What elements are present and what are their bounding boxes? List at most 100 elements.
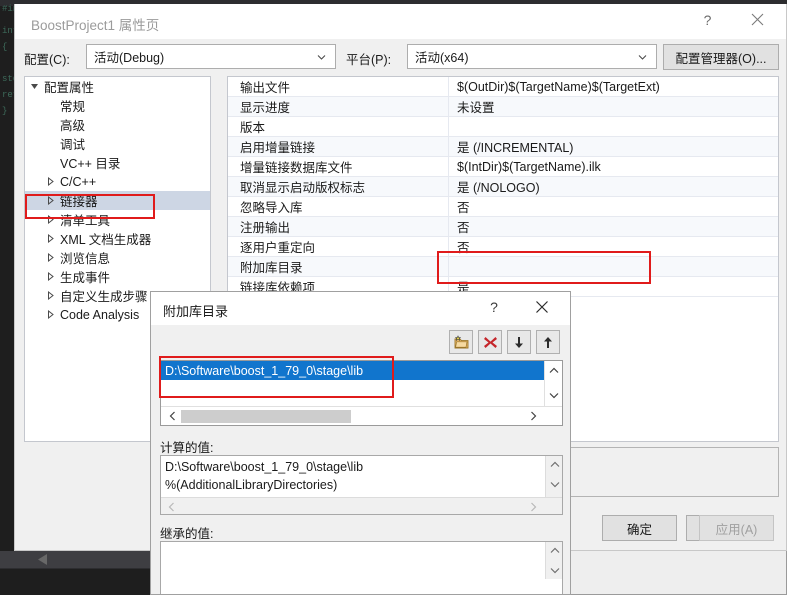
inherited-value-label: 继承的值: (160, 527, 214, 541)
configuration-value: 活动(Debug) (94, 51, 165, 65)
evaluated-horizontal-scrollbar[interactable] (161, 497, 562, 514)
scroll-up-icon[interactable] (546, 456, 563, 473)
dialog-close-icon[interactable] (522, 292, 562, 322)
scroll-right-icon[interactable] (525, 498, 542, 515)
window-title: BoostProject1 属性页 (31, 18, 160, 33)
property-name: 逐用户重定向 (240, 241, 316, 255)
code-line: { (2, 42, 8, 52)
property-name: 显示进度 (240, 101, 291, 115)
inherited-vertical-scrollbar[interactable] (545, 542, 562, 579)
tree-item-6[interactable]: 链接器 (25, 191, 210, 210)
tree-item-2[interactable]: 高级 (25, 115, 210, 134)
library-directories-listbox[interactable]: D:\Software\boost_1_79_0\stage\lib (160, 360, 563, 426)
platform-select[interactable]: 活动(x64) (407, 44, 657, 69)
twisty-collapsed-icon[interactable] (43, 253, 58, 262)
scroll-down-icon[interactable] (546, 476, 563, 493)
new-folder-icon[interactable] (449, 330, 473, 354)
property-value[interactable]: 否 (448, 237, 778, 256)
delete-x-icon[interactable] (478, 330, 502, 354)
evaluated-line: %(AdditionalLibraryDirectories) (165, 478, 338, 492)
tree-item-9[interactable]: 浏览信息 (25, 248, 210, 267)
property-value[interactable]: 是 (/NOLOGO) (448, 177, 778, 196)
chevron-down-icon (638, 52, 647, 61)
property-row[interactable]: 增量链接数据库文件 $(IntDir)$(TargetName).ilk (228, 157, 778, 177)
tree-item-10[interactable]: 生成事件 (25, 267, 210, 286)
tree-item-3[interactable]: 调试 (25, 134, 210, 153)
tree-item-label: 常规 (60, 100, 86, 114)
platform-label: 平台(P): (346, 53, 392, 67)
dialog-titlebar: 附加库目录 ? (151, 292, 570, 325)
twisty-collapsed-icon[interactable] (43, 272, 58, 281)
property-value[interactable]: 否 (448, 217, 778, 236)
evaluated-value-box[interactable]: D:\Software\boost_1_79_0\stage\lib %(Addi… (160, 455, 563, 515)
tree-item-0[interactable]: 配置属性 (25, 77, 210, 96)
twisty-collapsed-icon[interactable] (43, 310, 58, 319)
twisty-collapsed-icon[interactable] (43, 177, 58, 186)
scroll-left-icon[interactable] (163, 498, 180, 515)
hscroll-thumb[interactable] (181, 410, 351, 423)
property-row[interactable]: 注册输出 否 (228, 217, 778, 237)
help-icon[interactable]: ? (685, 4, 730, 35)
tree-item-label: 调试 (60, 138, 86, 152)
dialog-title: 附加库目录 (163, 304, 229, 319)
arrow-up-icon[interactable] (536, 330, 560, 354)
listbox-vertical-scrollbar[interactable] (544, 361, 562, 407)
property-value[interactable]: $(IntDir)$(TargetName).ilk (448, 157, 778, 176)
property-value[interactable]: 未设置 (448, 97, 778, 116)
tree-item-label: Code Analysis (60, 307, 140, 322)
close-icon[interactable] (735, 4, 780, 35)
tree-item-7[interactable]: 清单工具 (25, 210, 210, 229)
twisty-collapsed-icon[interactable] (43, 215, 58, 224)
chevron-down-icon (317, 52, 326, 61)
list-item[interactable] (161, 380, 544, 399)
configuration-manager-button[interactable]: 配置管理器(O)... (663, 44, 779, 70)
property-row[interactable]: 输出文件 $(OutDir)$(TargetName)$(TargetExt) (228, 77, 778, 97)
property-row[interactable]: 版本 (228, 117, 778, 137)
tree-item-label: 高级 (60, 119, 86, 133)
twisty-collapsed-icon[interactable] (43, 291, 58, 300)
tree-item-1[interactable]: 常规 (25, 96, 210, 115)
twisty-collapsed-icon[interactable] (43, 196, 58, 205)
tree-item-4[interactable]: VC++ 目录 (25, 153, 210, 172)
property-name: 启用增量链接 (240, 141, 316, 155)
evaluated-vertical-scrollbar[interactable] (545, 456, 562, 497)
property-row[interactable]: 附加库目录 (228, 257, 778, 277)
property-row[interactable]: 启用增量链接 是 (/INCREMENTAL) (228, 137, 778, 157)
tree-item-label: 浏览信息 (60, 252, 111, 266)
property-row[interactable]: 忽略导入库 否 (228, 197, 778, 217)
scroll-up-icon[interactable] (545, 361, 562, 379)
twisty-expanded-icon[interactable] (27, 82, 42, 91)
inherited-value-lines (161, 542, 562, 544)
property-value[interactable] (448, 117, 778, 136)
property-value[interactable]: 否 (448, 197, 778, 216)
configuration-select[interactable]: 活动(Debug) (86, 44, 336, 69)
configuration-label: 配置(C): (24, 53, 70, 67)
inherited-value-box[interactable] (160, 541, 563, 594)
property-row[interactable]: 显示进度 未设置 (228, 97, 778, 117)
tree-item-8[interactable]: XML 文档生成器 (25, 229, 210, 248)
dialog-toolbar (151, 325, 570, 358)
property-row[interactable]: 逐用户重定向 否 (228, 237, 778, 257)
property-value[interactable]: $(OutDir)$(TargetName)$(TargetExt) (448, 77, 778, 96)
list-item[interactable]: D:\Software\boost_1_79_0\stage\lib (161, 361, 544, 380)
dialog-help-icon[interactable]: ? (474, 292, 514, 322)
tree-item-5[interactable]: C/C++ (25, 172, 210, 191)
twisty-collapsed-icon[interactable] (43, 234, 58, 243)
scroll-down-icon[interactable] (545, 386, 562, 404)
ok-button[interactable]: 确定 (602, 515, 677, 541)
tree-item-label: 链接器 (60, 195, 98, 209)
scroll-right-icon[interactable] (524, 407, 542, 425)
property-name: 附加库目录 (240, 261, 303, 275)
tree-item-label: XML 文档生成器 (60, 233, 152, 247)
scroll-left-icon[interactable] (163, 407, 181, 425)
property-value[interactable] (448, 257, 778, 276)
property-row[interactable]: 取消显示启动版权标志 是 (/NOLOGO) (228, 177, 778, 197)
property-value[interactable]: 是 (/INCREMENTAL) (448, 137, 778, 156)
scroll-down-icon[interactable] (546, 562, 563, 579)
property-name: 忽略导入库 (240, 201, 303, 215)
property-name: 版本 (240, 121, 266, 135)
arrow-down-icon[interactable] (507, 330, 531, 354)
scroll-up-icon[interactable] (546, 542, 563, 559)
scrollbar-left-arrow[interactable] (38, 554, 47, 565)
listbox-horizontal-scrollbar[interactable] (161, 406, 562, 425)
